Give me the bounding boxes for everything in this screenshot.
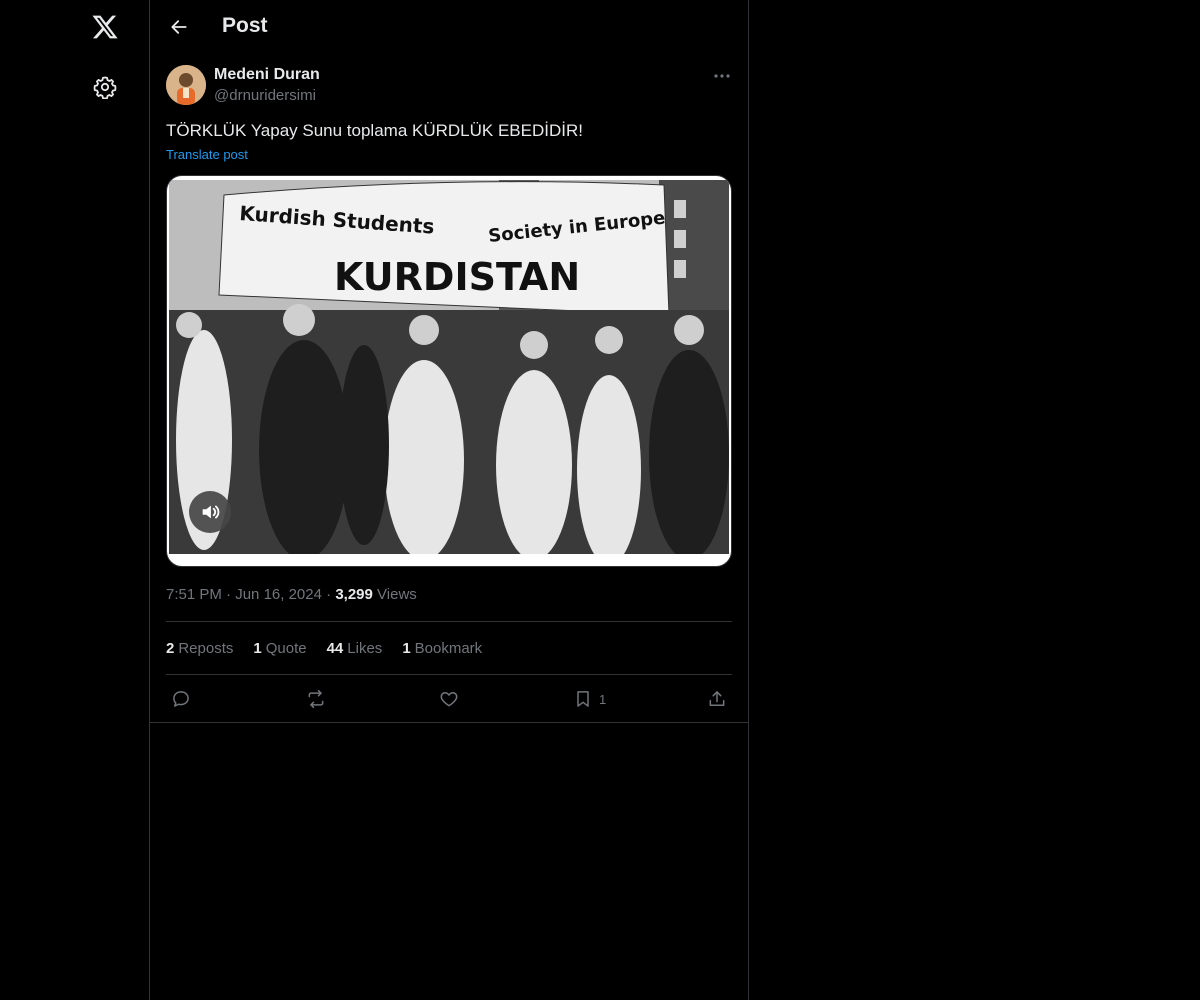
reposts-stat[interactable]: 2 Reposts: [166, 640, 233, 657]
post-media[interactable]: Kurdish Students Society in Europe KURDI…: [166, 175, 732, 567]
post-meta: 7:51 PM · Jun 16, 2024 · 3,299 Views: [166, 586, 417, 603]
bookmark-count: 1: [599, 691, 607, 707]
divider: [166, 621, 732, 622]
bookmarks-stat[interactable]: 1 Bookmark: [402, 640, 482, 657]
reply-button[interactable]: [171, 684, 191, 714]
post-text: TÖRKLÜK Yapay Sunu toplama KÜRDLÜK EBEDİ…: [166, 121, 583, 140]
divider: [166, 674, 732, 675]
svg-text:KURDISTAN: KURDISTAN: [334, 255, 580, 299]
back-button[interactable]: [164, 12, 194, 42]
action-bar: 1: [166, 684, 732, 714]
page-header: Post: [150, 0, 748, 54]
media-photo: Kurdish Students Society in Europe KURDI…: [169, 180, 729, 554]
post-time[interactable]: 7:51 PM: [166, 586, 222, 603]
gear-icon[interactable]: [86, 68, 124, 106]
more-button[interactable]: [710, 66, 734, 86]
post-date[interactable]: Jun 16, 2024: [235, 586, 322, 603]
likes-stat[interactable]: 44 Likes: [327, 640, 383, 657]
engagement-stats: 2 Reposts 1 Quote 44 Likes 1 Bookmark: [166, 640, 482, 657]
bookmark-icon: [577, 691, 589, 707]
views-label: Views: [377, 586, 417, 603]
repost-icon: [308, 689, 324, 709]
back-arrow-icon: [171, 20, 187, 34]
bookmark-button[interactable]: 1: [573, 684, 606, 714]
page-title: Post: [222, 14, 268, 37]
divider: [150, 722, 748, 723]
like-icon: [440, 692, 458, 707]
reply-icon: [173, 691, 189, 707]
share-button[interactable]: [707, 684, 727, 714]
x-logo-icon[interactable]: [86, 8, 124, 46]
main-column: Post Medeni Duran @drnuridersimi TÖRKLÜK…: [149, 0, 749, 1000]
avatar[interactable]: [166, 65, 206, 105]
quotes-stat[interactable]: 1 Quote: [253, 640, 306, 657]
views-count: 3,299: [335, 586, 373, 603]
speaker-icon: [202, 505, 220, 519]
repost-button[interactable]: [305, 684, 327, 714]
author-handle[interactable]: @drnuridersimi: [214, 87, 316, 104]
translate-post-link[interactable]: Translate post: [166, 147, 248, 162]
author-name[interactable]: Medeni Duran: [214, 66, 320, 84]
more-icon: [714, 74, 730, 78]
share-icon: [709, 691, 725, 706]
left-rail: [0, 0, 149, 1000]
like-button[interactable]: [439, 684, 459, 714]
unmute-button[interactable]: [189, 491, 231, 533]
